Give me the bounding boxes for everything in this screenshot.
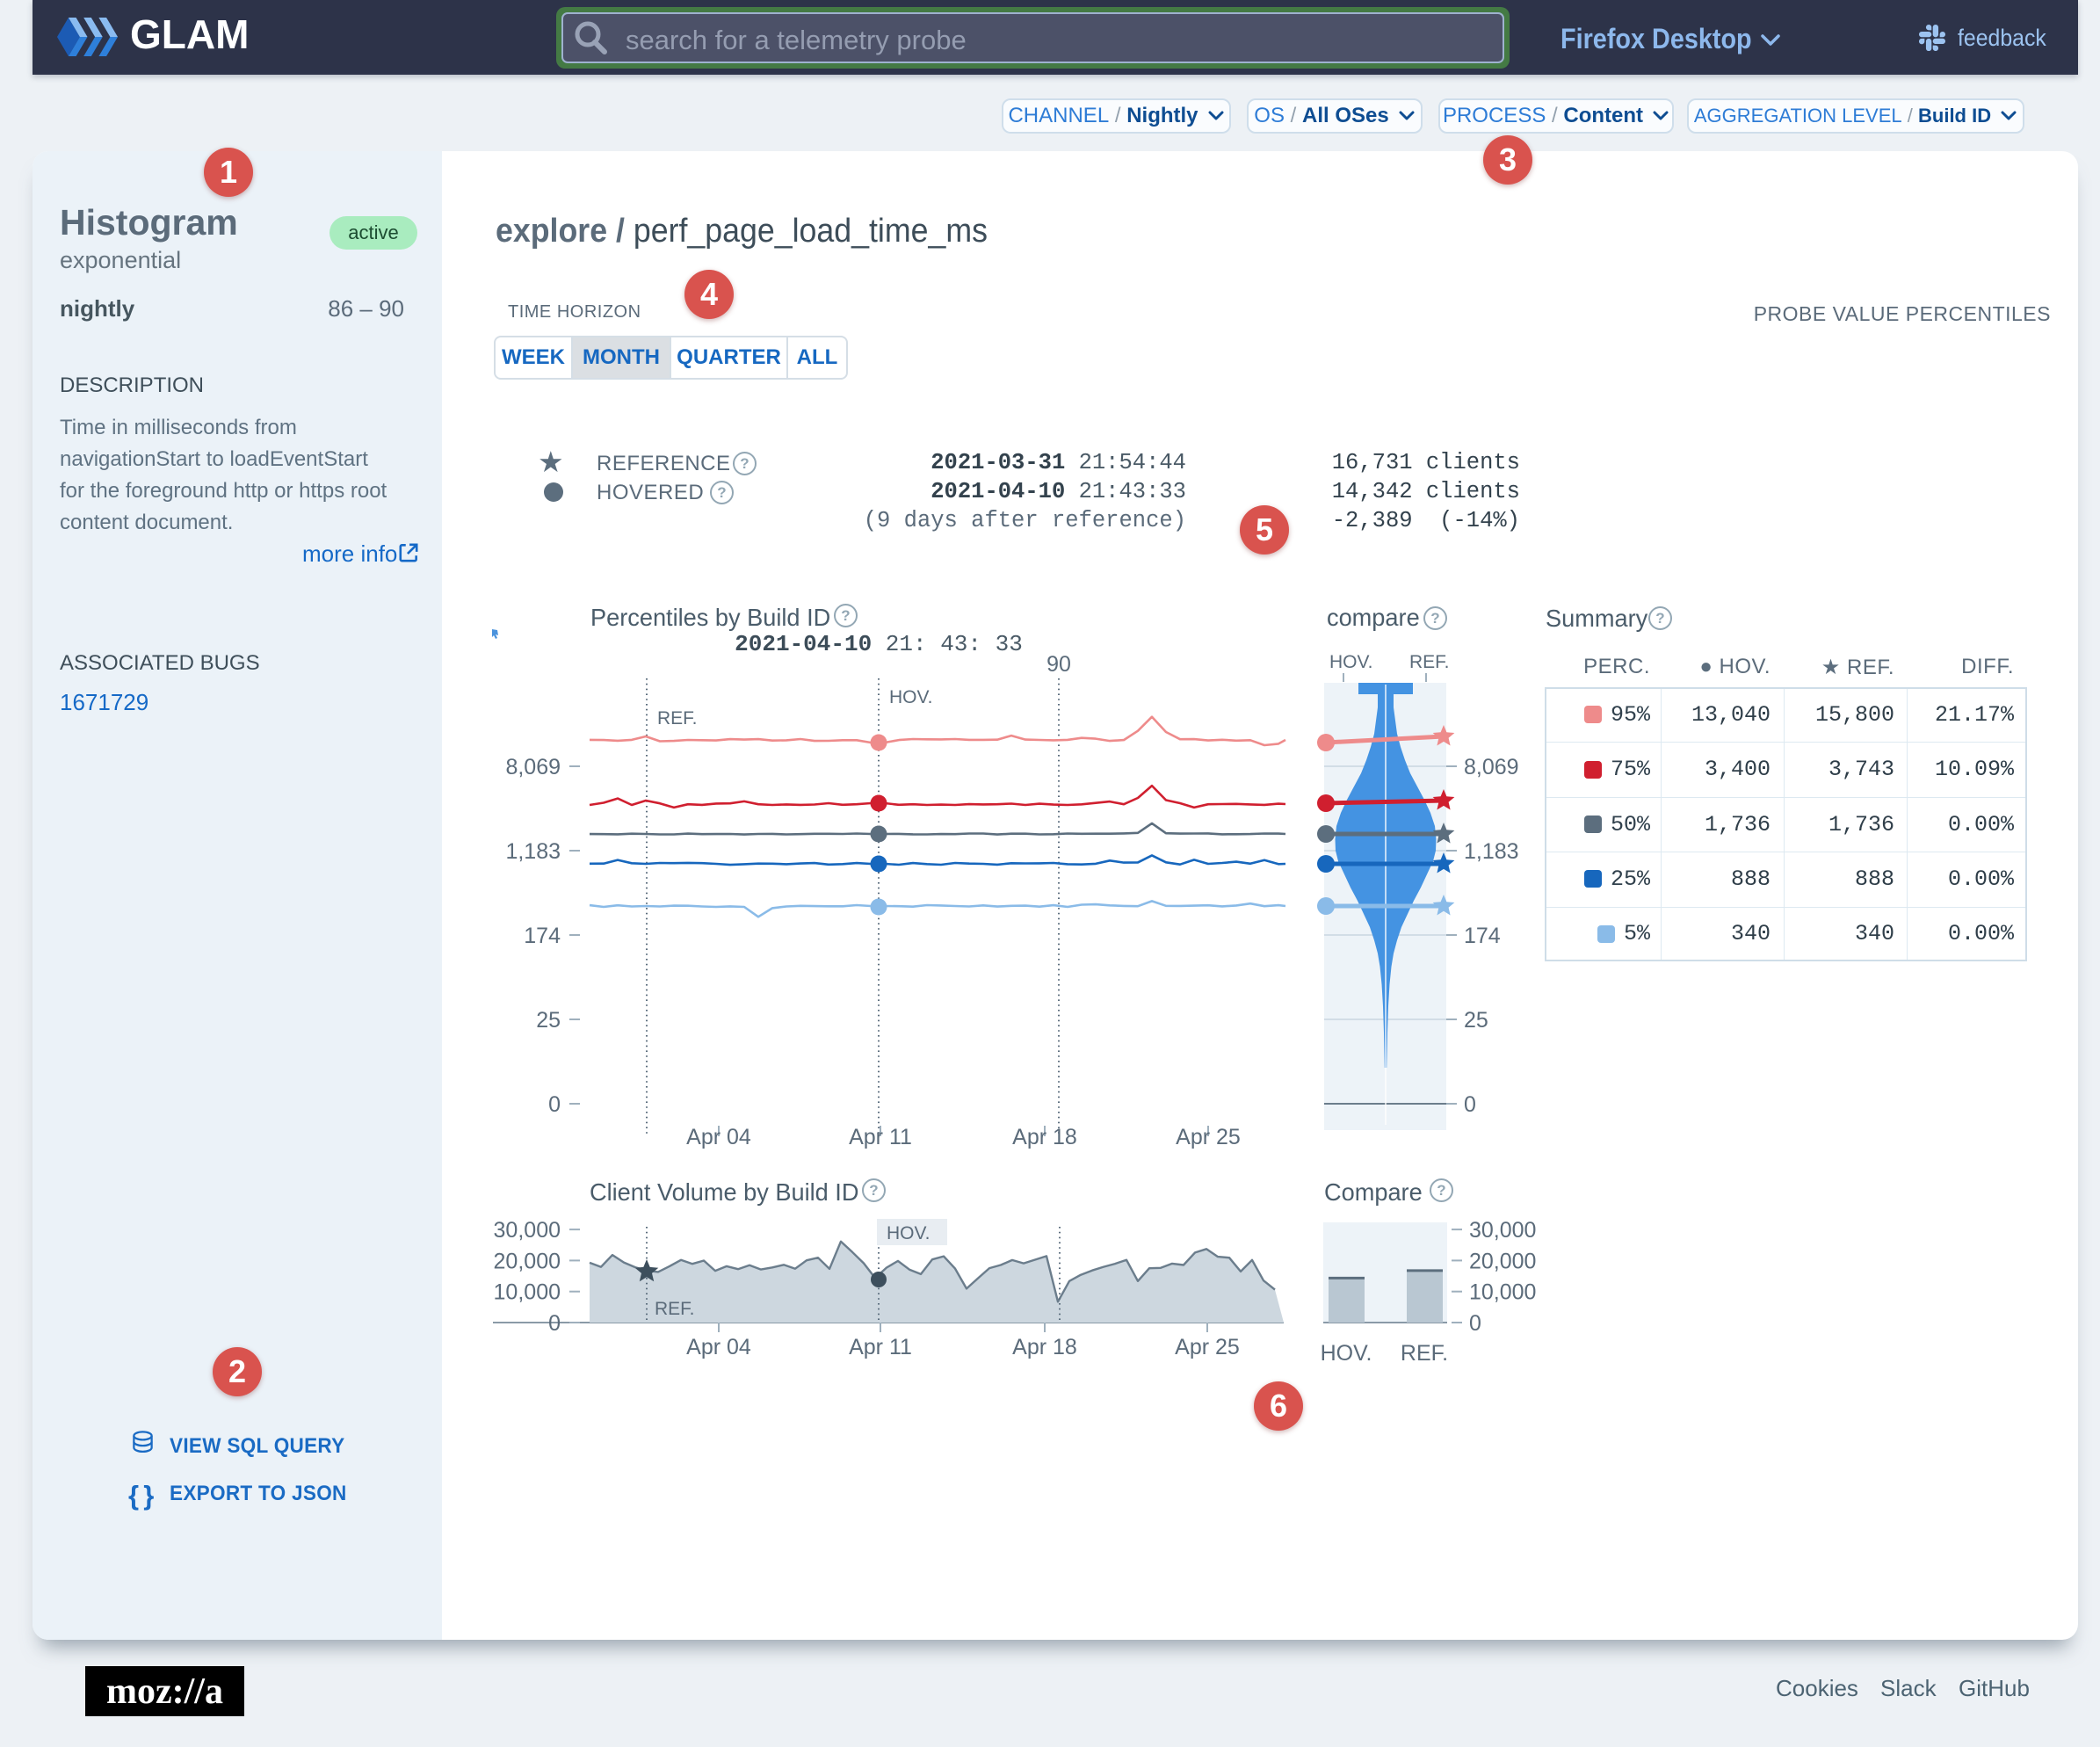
svg-text:0: 0	[1464, 1092, 1476, 1117]
svg-text:Apr 04: Apr 04	[686, 1335, 751, 1359]
svg-text:20,000: 20,000	[1469, 1249, 1536, 1273]
svg-text:REF.: REF.	[1401, 1341, 1448, 1366]
svg-text:HOV.: HOV.	[1321, 1341, 1372, 1366]
svg-text:Apr 25: Apr 25	[1175, 1335, 1240, 1359]
svg-text:10,000: 10,000	[1469, 1280, 1536, 1305]
svg-text:HOV.: HOV.	[887, 1223, 930, 1243]
svg-text:8,069: 8,069	[505, 755, 561, 779]
svg-text:Apr 11: Apr 11	[849, 1125, 912, 1149]
svg-text:174: 174	[524, 924, 561, 948]
svg-text:20,000: 20,000	[494, 1249, 561, 1273]
svg-text:1,183: 1,183	[1464, 839, 1519, 864]
svg-text:30,000: 30,000	[1469, 1218, 1536, 1243]
svg-text:Apr 04: Apr 04	[686, 1125, 751, 1149]
svg-text:REF.: REF.	[657, 708, 698, 729]
svg-text:0: 0	[1469, 1311, 1481, 1336]
svg-text:10,000: 10,000	[494, 1280, 561, 1305]
svg-text:HOV.: HOV.	[1329, 652, 1372, 672]
svg-text:30,000: 30,000	[494, 1218, 561, 1243]
svg-text:REF.: REF.	[655, 1299, 695, 1319]
svg-text:HOV.: HOV.	[889, 687, 932, 707]
svg-text:0: 0	[548, 1311, 561, 1336]
svg-text:Apr 18: Apr 18	[1012, 1125, 1077, 1149]
svg-text:Apr 11: Apr 11	[849, 1335, 912, 1359]
svg-text:25: 25	[536, 1008, 561, 1033]
svg-text:0: 0	[548, 1092, 561, 1117]
svg-text:8,069: 8,069	[1464, 755, 1519, 779]
svg-text:174: 174	[1464, 924, 1501, 948]
svg-text:Apr 25: Apr 25	[1176, 1125, 1241, 1149]
svg-text:REF.: REF.	[1409, 652, 1450, 672]
svg-text:25: 25	[1464, 1008, 1488, 1033]
svg-text:1,183: 1,183	[505, 839, 561, 864]
svg-text:Apr 18: Apr 18	[1012, 1335, 1077, 1359]
